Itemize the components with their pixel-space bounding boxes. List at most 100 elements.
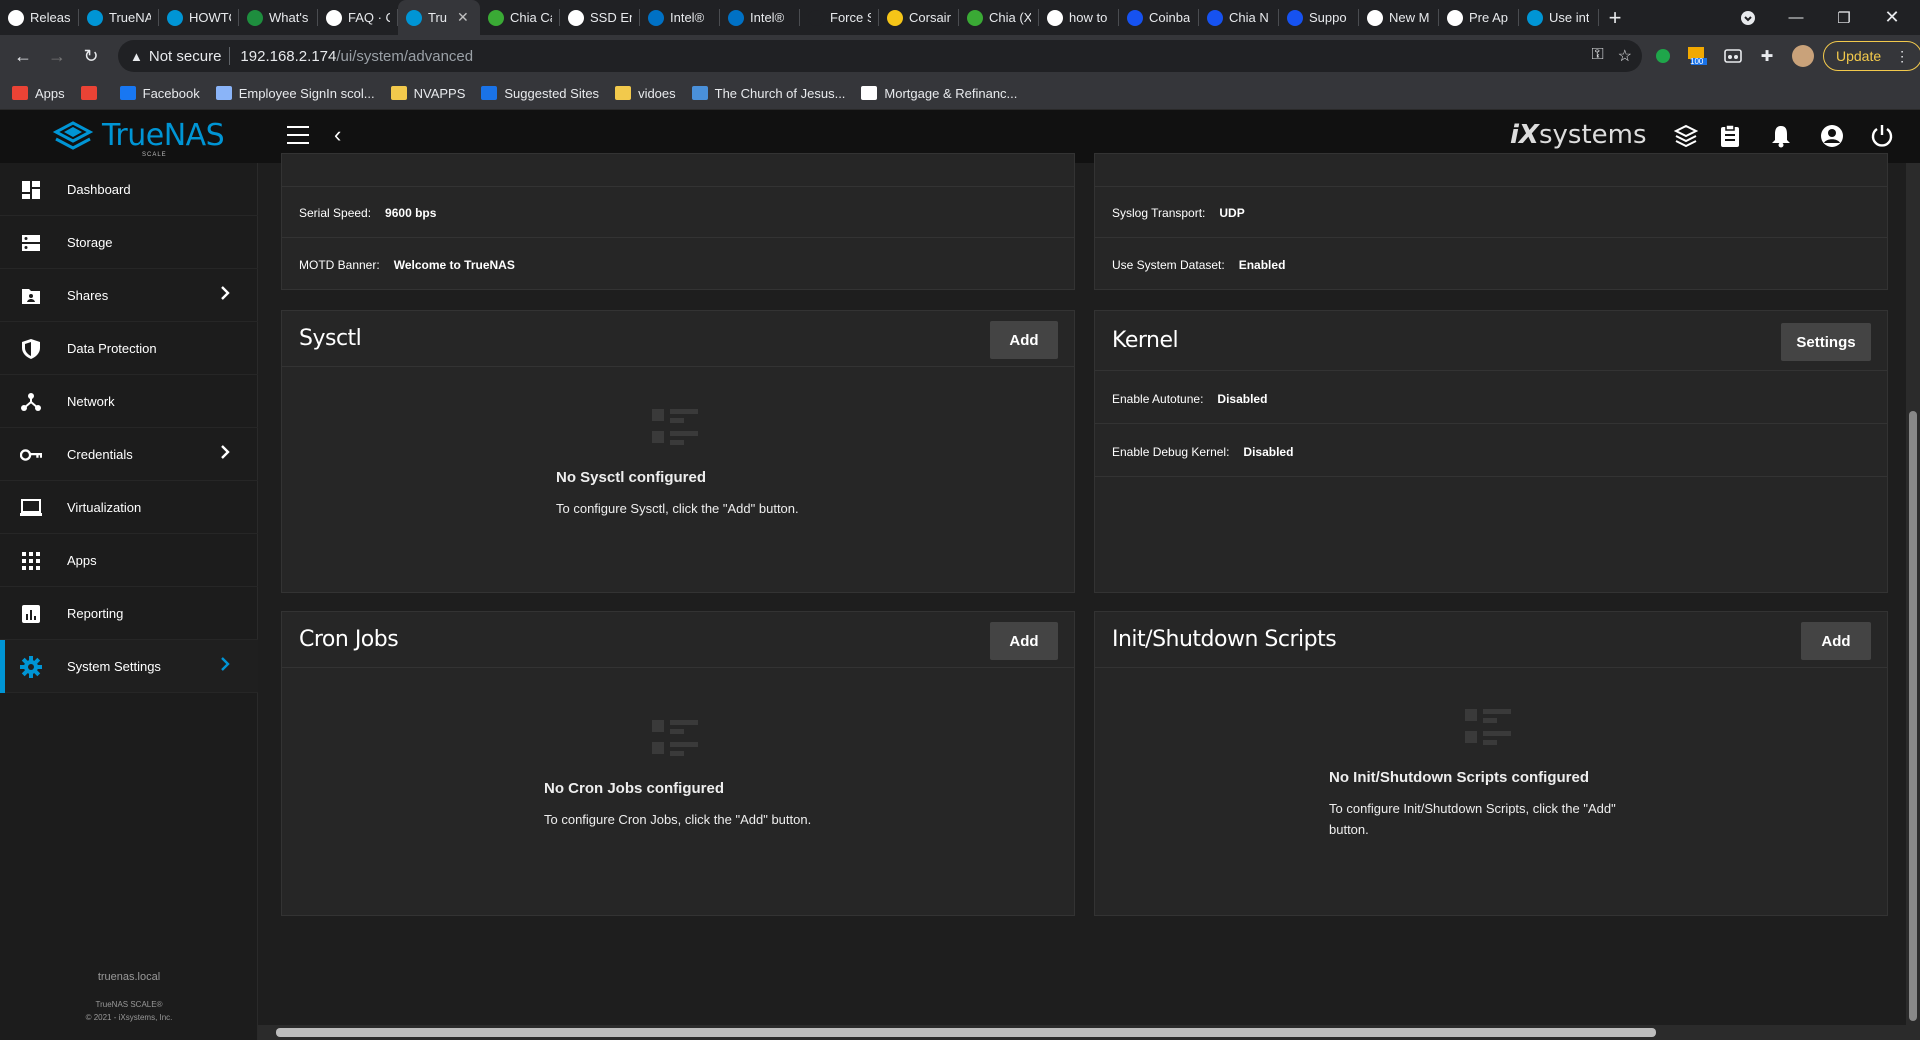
use-system-dataset-row: Use System Dataset: Enabled bbox=[1112, 258, 1285, 272]
tab-title: Pre Ap bbox=[1469, 10, 1509, 25]
copyright-label: © 2021 - iXsystems, Inc. bbox=[85, 1013, 173, 1022]
close-window-button[interactable]: ✕ bbox=[1866, 0, 1918, 35]
sidebar-item-storage[interactable]: Storage bbox=[0, 216, 258, 269]
url-host: 192.168.2.174 bbox=[240, 47, 337, 65]
empty-list-icon bbox=[652, 720, 698, 762]
apps-grid-icon bbox=[20, 550, 42, 572]
use-system-dataset-label: Use System Dataset: bbox=[1112, 258, 1225, 272]
row-divider bbox=[1095, 186, 1887, 187]
extensions-puzzle-icon[interactable]: ✚ bbox=[1756, 45, 1778, 67]
minimize-window-button[interactable]: — bbox=[1770, 0, 1822, 35]
tab-favicon bbox=[808, 9, 824, 26]
sidebar-item-shares[interactable]: Shares bbox=[0, 269, 258, 322]
restore-window-button[interactable]: ❐ bbox=[1818, 0, 1870, 35]
sidebar-item-system-settings[interactable]: System Settings bbox=[0, 640, 258, 693]
truecommand-icon[interactable] bbox=[1672, 122, 1700, 150]
shield-icon bbox=[20, 338, 42, 360]
card-header: Init/Shutdown Scripts Add bbox=[1095, 612, 1887, 668]
horizontal-scroll-thumb[interactable] bbox=[276, 1028, 1656, 1037]
vertical-scroll-thumb[interactable] bbox=[1909, 411, 1917, 1021]
browser-tab[interactable]: Pre Ap bbox=[1439, 0, 1519, 35]
bookmark-icon bbox=[861, 86, 878, 100]
sidebar-item-dashboard[interactable]: Dashboard bbox=[0, 163, 258, 216]
browser-tab[interactable]: Chia Ca bbox=[480, 0, 560, 35]
bookmark-label: Suggested Sites bbox=[504, 85, 600, 101]
bookmark-item[interactable]: Employee SignIn scol... bbox=[215, 86, 375, 101]
browser-tab[interactable]: Chia N bbox=[1199, 0, 1279, 35]
browser-tab[interactable]: Intel® bbox=[720, 0, 800, 35]
tab-favicon bbox=[406, 9, 422, 26]
browser-tab[interactable]: Chia (X bbox=[959, 0, 1039, 35]
browser-tab[interactable]: Coinba bbox=[1119, 0, 1199, 35]
reload-icon[interactable]: ↻ bbox=[74, 39, 108, 73]
bookmark-label: Mortgage & Refinanc... bbox=[884, 85, 1018, 101]
reading-mode-icon[interactable] bbox=[1722, 45, 1744, 67]
browser-tab[interactable]: What's bbox=[239, 0, 318, 35]
browser-tab[interactable]: Suppo bbox=[1279, 0, 1359, 35]
sidebar-item-credentials[interactable]: Credentials bbox=[0, 428, 258, 481]
tab-search-icon[interactable] bbox=[1722, 0, 1774, 35]
menu-toggle-icon[interactable] bbox=[287, 126, 309, 144]
bookmark-item[interactable]: vidoes bbox=[615, 86, 676, 101]
profile-avatar[interactable] bbox=[1792, 45, 1814, 67]
cron-jobs-add-button[interactable]: Add bbox=[990, 622, 1058, 660]
power-icon[interactable] bbox=[1868, 122, 1896, 150]
bookmark-item[interactable]: The Church of Jesus... bbox=[691, 86, 845, 101]
bookmark-star-icon[interactable]: ☆ bbox=[1618, 46, 1632, 66]
back-arrow-icon[interactable]: ← bbox=[6, 39, 40, 73]
sidebar-hostname: truenas.local bbox=[97, 971, 161, 983]
browser-tab[interactable]: SSD En bbox=[560, 0, 640, 35]
sidebar-item-data-protection[interactable]: Data Protection bbox=[0, 322, 258, 375]
new-tab-button[interactable]: + bbox=[1599, 0, 1631, 35]
browser-tab[interactable]: Force S bbox=[800, 0, 879, 35]
tab-title: Chia Ca bbox=[510, 10, 552, 25]
tab-close-icon[interactable]: ✕ bbox=[457, 9, 469, 26]
bookmark-item[interactable]: Suggested Sites bbox=[481, 86, 599, 101]
sidebar-item-label: Data Protection bbox=[67, 340, 157, 356]
init-shutdown-add-button[interactable]: Add bbox=[1801, 622, 1871, 660]
brand-name: TrueNAS bbox=[102, 118, 225, 153]
browser-tab[interactable]: TrueNA bbox=[79, 0, 159, 35]
collapse-chevron-icon[interactable]: ‹ bbox=[334, 122, 341, 148]
extension-green-icon[interactable] bbox=[1652, 45, 1674, 67]
task-manager-icon[interactable] bbox=[1716, 122, 1744, 150]
sysctl-add-button[interactable]: Add bbox=[990, 321, 1058, 359]
bookmark-item[interactable]: Apps bbox=[12, 86, 65, 101]
truenas-logo[interactable]: TrueNAS SCALE bbox=[50, 118, 225, 158]
bookmark-item[interactable]: Facebook bbox=[119, 86, 200, 101]
tab-title: Use int bbox=[1549, 10, 1590, 25]
browser-tab[interactable]: Tru ✕ bbox=[398, 0, 480, 35]
browser-tab[interactable]: FAQ · C bbox=[318, 0, 398, 35]
sidebar-item-network[interactable]: Network bbox=[0, 375, 258, 428]
bookmark-label: NVAPPS bbox=[413, 85, 466, 101]
kernel-settings-button[interactable]: Settings bbox=[1781, 323, 1871, 361]
extension-rss-icon[interactable]: 100 bbox=[1686, 45, 1708, 67]
kernel-card: Kernel Settings Enable Autotune: Disabled… bbox=[1094, 310, 1888, 593]
bookmark-item[interactable] bbox=[80, 86, 104, 100]
bookmark-icon bbox=[119, 86, 136, 100]
tab-title: how to bbox=[1069, 10, 1108, 25]
browser-tab[interactable]: Corsair bbox=[879, 0, 959, 35]
bookmark-item[interactable]: NVAPPS bbox=[390, 85, 466, 101]
forward-arrow-icon[interactable]: → bbox=[40, 39, 74, 73]
sidebar-item-virtualization[interactable]: Virtualization bbox=[0, 481, 258, 534]
bell-icon[interactable] bbox=[1767, 122, 1795, 150]
password-key-icon[interactable]: ⚿ bbox=[1591, 46, 1603, 66]
sidebar-item-apps[interactable]: Apps bbox=[0, 534, 258, 587]
browser-tab[interactable]: New M bbox=[1359, 0, 1439, 35]
extension-badge: 100 bbox=[1690, 57, 1704, 66]
update-button[interactable]: Update ⋮ bbox=[1823, 41, 1920, 71]
sidebar-item-reporting[interactable]: Reporting bbox=[0, 587, 258, 640]
browser-tab[interactable]: Intel® bbox=[640, 0, 720, 35]
bookmark-icon bbox=[691, 86, 708, 100]
vertical-scrollbar[interactable] bbox=[1906, 163, 1920, 1040]
account-icon[interactable] bbox=[1818, 122, 1846, 150]
tab-title: HOWTO bbox=[189, 10, 231, 25]
address-bar[interactable]: ▲ Not secure 192.168.2.174 /ui/system/ad… bbox=[118, 40, 1642, 72]
horizontal-scrollbar[interactable] bbox=[258, 1025, 1906, 1040]
bookmark-item[interactable]: Mortgage & Refinanc... bbox=[861, 86, 1017, 101]
browser-tab[interactable]: HOWTO bbox=[159, 0, 239, 35]
browser-tab[interactable]: Use int bbox=[1519, 0, 1599, 35]
browser-tab[interactable]: how to bbox=[1039, 0, 1119, 35]
browser-tab[interactable]: Release bbox=[0, 0, 79, 35]
